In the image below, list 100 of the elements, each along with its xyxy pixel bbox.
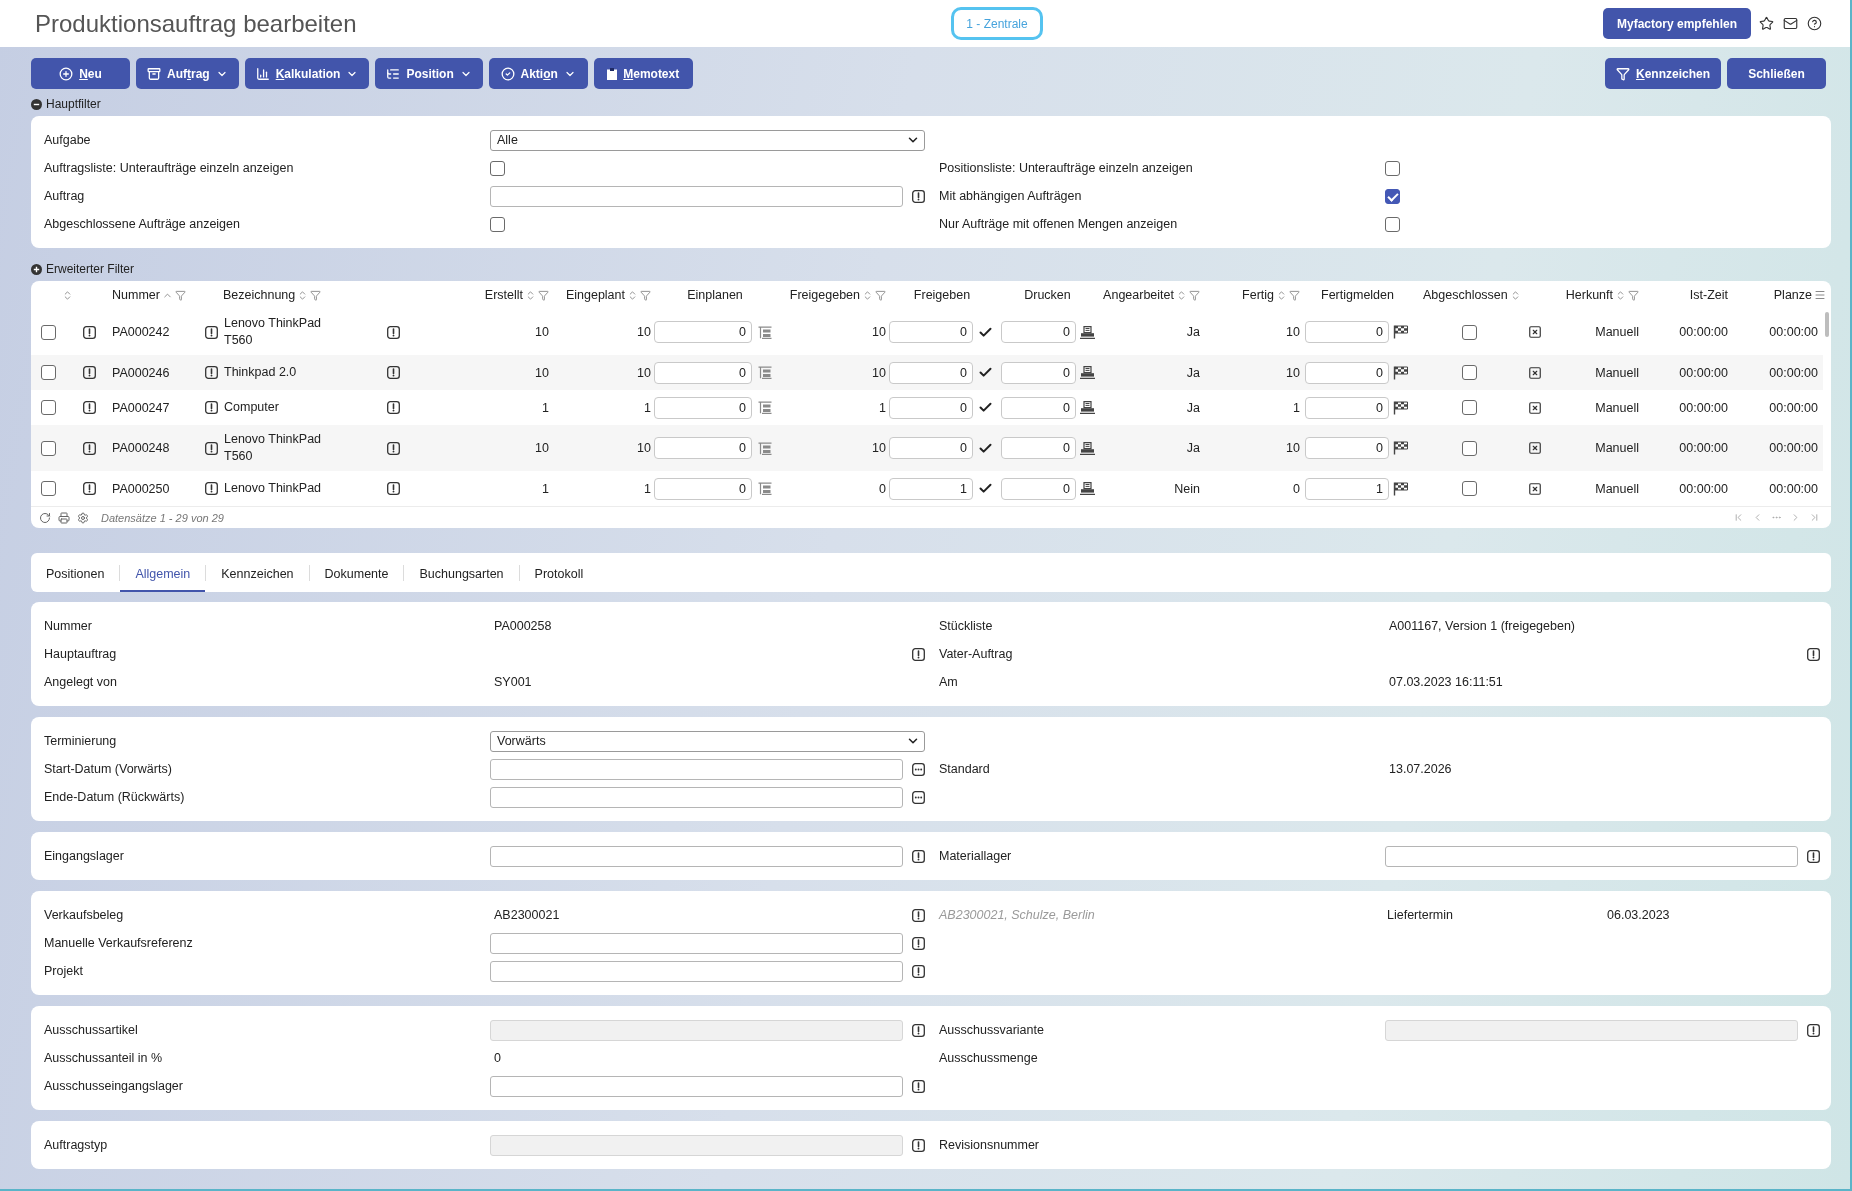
quantity-input[interactable]: 0 xyxy=(1001,361,1076,384)
printer-icon[interactable] xyxy=(1080,366,1095,379)
exclamation-icon[interactable] xyxy=(912,936,925,950)
star-icon[interactable] xyxy=(1759,16,1774,31)
x-box-icon[interactable] xyxy=(1528,400,1542,415)
exclamation-icon[interactable] xyxy=(83,482,96,495)
quantity-input[interactable]: 0 xyxy=(889,437,973,459)
printer-icon[interactable] xyxy=(1080,441,1095,455)
column-header[interactable]: Angearbeitet xyxy=(1100,281,1204,309)
quantity-input[interactable]: 0 xyxy=(654,477,752,500)
checkered-flag-icon[interactable] xyxy=(1393,325,1408,339)
checkered-flag-icon[interactable] xyxy=(1393,481,1408,496)
filter-icon[interactable] xyxy=(640,289,651,301)
quantity-input[interactable]: 0 xyxy=(889,396,973,419)
exclamation-icon[interactable] xyxy=(387,366,400,379)
exclamation-icon[interactable] xyxy=(205,441,218,455)
exclamation-icon[interactable] xyxy=(83,325,96,339)
input-field[interactable] xyxy=(490,845,903,867)
checkered-flag-icon[interactable] xyxy=(1393,365,1408,380)
quantity-input[interactable]: 0 xyxy=(654,437,752,459)
column-header[interactable]: Bezeichnung xyxy=(204,281,410,309)
checkbox[interactable] xyxy=(1385,160,1400,176)
exclamation-icon[interactable] xyxy=(83,401,96,414)
checkered-flag-icon[interactable] xyxy=(1393,441,1408,455)
exclamation-icon[interactable] xyxy=(912,189,925,203)
quantity-input[interactable]: 0 xyxy=(889,321,973,343)
checkbox[interactable] xyxy=(41,324,56,340)
exclamation-icon[interactable] xyxy=(912,1079,925,1093)
exclamation-icon[interactable] xyxy=(387,401,400,414)
exclamation-icon[interactable] xyxy=(387,325,400,339)
column-header[interactable]: Eingeplant xyxy=(556,281,654,309)
checkbox[interactable] xyxy=(490,216,505,232)
quantity-input[interactable]: 0 xyxy=(1305,396,1389,419)
exclamation-icon[interactable] xyxy=(912,964,925,978)
ellipsis-icon[interactable] xyxy=(912,790,925,804)
action-button[interactable]: Aktion xyxy=(488,58,588,89)
column-header[interactable]: Fertigmelden xyxy=(1303,281,1412,309)
checkbox[interactable] xyxy=(1462,400,1477,415)
exclamation-icon[interactable] xyxy=(205,401,218,414)
stack-icon[interactable] xyxy=(758,366,772,379)
ellipsis-icon[interactable] xyxy=(912,762,925,776)
checkbox[interactable] xyxy=(1385,188,1400,204)
filter-icon[interactable] xyxy=(538,289,549,301)
input-field[interactable] xyxy=(490,185,903,207)
new-button[interactable]: Neu xyxy=(31,58,130,89)
tab[interactable]: Allgemein xyxy=(120,553,206,592)
column-header[interactable]: Erstellt xyxy=(410,281,556,309)
quantity-input[interactable]: 0 xyxy=(654,321,752,343)
quantity-input[interactable]: 0 xyxy=(1001,437,1076,459)
exclamation-icon[interactable] xyxy=(912,647,925,661)
exclamation-icon[interactable] xyxy=(387,441,400,455)
tab[interactable]: Positionen xyxy=(31,553,120,592)
input-field[interactable] xyxy=(490,932,903,954)
section-toggle[interactable]: Erweiterter Filter xyxy=(31,262,134,276)
recommend-button[interactable]: Myfactory empfehlen xyxy=(1603,8,1751,39)
column-header[interactable]: Fertig xyxy=(1204,281,1303,309)
input-field[interactable] xyxy=(490,960,903,982)
quantity-input[interactable]: 1 xyxy=(1305,477,1389,500)
checkbox[interactable] xyxy=(1462,365,1477,380)
quantity-input[interactable]: 0 xyxy=(1305,437,1389,459)
exclamation-icon[interactable] xyxy=(912,849,925,863)
checkbox[interactable] xyxy=(490,160,505,176)
checkered-flag-icon[interactable] xyxy=(1393,400,1408,415)
section-toggle[interactable]: Hauptfilter xyxy=(31,97,101,111)
checkbox[interactable] xyxy=(41,365,56,380)
check-icon[interactable] xyxy=(978,481,993,496)
printer-icon[interactable] xyxy=(1080,325,1095,339)
memo-button[interactable]: Memotext xyxy=(593,58,693,89)
x-box-icon[interactable] xyxy=(1528,365,1542,380)
quantity-input[interactable]: 0 xyxy=(654,396,752,419)
checkbox[interactable] xyxy=(1462,440,1477,456)
exclamation-icon[interactable] xyxy=(83,441,96,455)
flags-button[interactable]: Kennzeichen xyxy=(1604,58,1721,89)
exclamation-icon[interactable] xyxy=(205,325,218,339)
checkbox[interactable] xyxy=(1462,481,1477,496)
x-box-icon[interactable] xyxy=(1528,481,1542,496)
exclamation-icon[interactable] xyxy=(205,366,218,379)
exclamation-icon[interactable] xyxy=(205,482,218,495)
filter-icon[interactable] xyxy=(1628,289,1639,301)
checkbox[interactable] xyxy=(41,481,56,496)
column-header[interactable]: Drucken xyxy=(995,281,1100,309)
stack-icon[interactable] xyxy=(758,482,772,495)
exclamation-icon[interactable] xyxy=(387,482,400,495)
filter-icon[interactable] xyxy=(310,289,322,301)
tab[interactable]: Kennzeichen xyxy=(206,553,309,592)
filter-icon[interactable] xyxy=(875,289,886,301)
quantity-input[interactable]: 0 xyxy=(889,361,973,384)
column-header[interactable]: Planze xyxy=(1750,281,1831,309)
date-field[interactable] xyxy=(490,786,903,808)
exclamation-icon[interactable] xyxy=(912,908,925,922)
input-field[interactable] xyxy=(1385,845,1798,867)
help-icon[interactable] xyxy=(1807,16,1822,31)
mail-icon[interactable] xyxy=(1783,16,1798,31)
order-button[interactable]: Auftrag xyxy=(136,58,239,89)
select-field[interactable]: Vorwärts xyxy=(490,730,925,752)
tab[interactable]: Buchungsarten xyxy=(404,553,519,592)
quantity-input[interactable]: 0 xyxy=(1001,396,1076,419)
quantity-input[interactable]: 0 xyxy=(1305,361,1389,384)
quantity-input[interactable]: 1 xyxy=(889,477,973,500)
quantity-input[interactable]: 0 xyxy=(1001,477,1076,500)
